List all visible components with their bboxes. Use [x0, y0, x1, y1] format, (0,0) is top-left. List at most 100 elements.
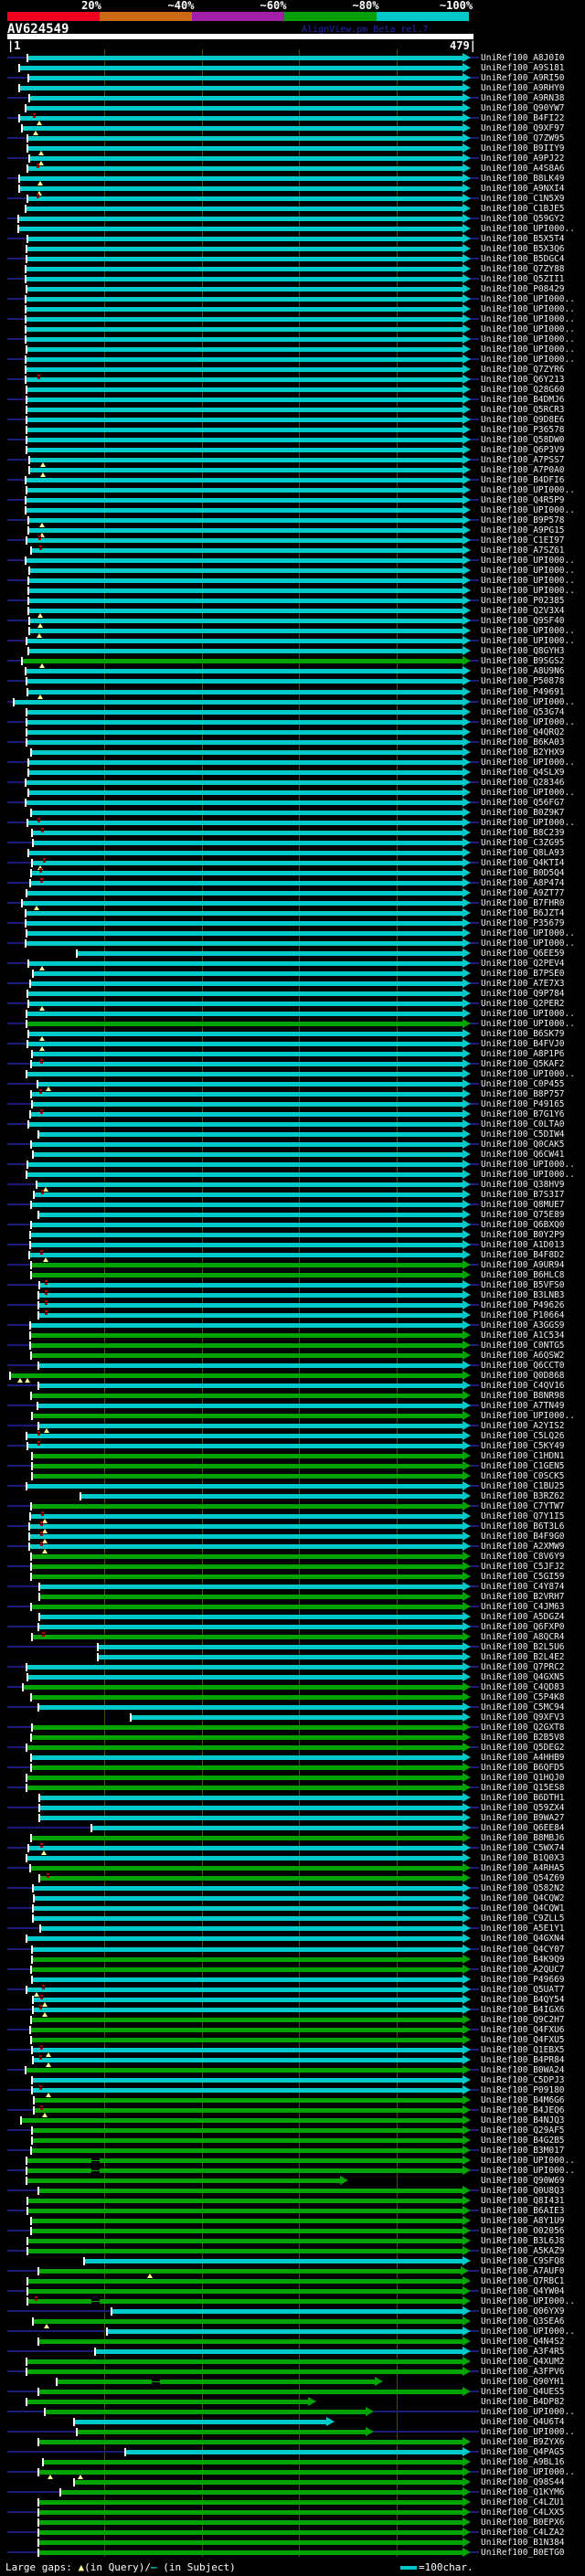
hit-bar[interactable] [27, 1484, 463, 1489]
hit-bar[interactable] [20, 186, 463, 191]
hit-bar[interactable] [31, 981, 463, 986]
hit-bar[interactable] [35, 1896, 463, 1901]
hit-bar[interactable] [40, 1615, 463, 1619]
hit-label[interactable]: UniRef100_A1D013 [481, 1240, 565, 1250]
hit-bar[interactable] [27, 1936, 463, 1941]
hit-label[interactable]: UniRef100_A5DGZ4 [481, 1612, 565, 1622]
hit-bar[interactable] [81, 1494, 463, 1499]
hit-label[interactable]: UniRef100_C1EI97 [481, 535, 565, 546]
hit-bar[interactable] [27, 297, 463, 302]
hit-bar[interactable] [27, 267, 463, 271]
hit-label[interactable]: UniRef100_Q6P3V9 [481, 445, 565, 455]
hit-label[interactable]: UniRef100_Q6CW41 [481, 1150, 565, 1160]
hit-label[interactable]: UniRef100_UPI000.. [481, 224, 575, 234]
hit-bar[interactable] [96, 2349, 463, 2354]
hit-label[interactable]: UniRef100_Q4PAG5 [481, 2447, 565, 2457]
hit-bar[interactable] [23, 659, 463, 663]
hit-bar[interactable] [27, 1022, 463, 1026]
hit-bar[interactable] [27, 780, 463, 785]
hit-bar[interactable] [32, 1574, 463, 1579]
hit-label[interactable]: UniRef100_C4LXX5 [481, 2507, 565, 2518]
hit-bar[interactable] [29, 1032, 463, 1036]
hit-label[interactable]: UniRef100_UPI000.. [481, 1069, 575, 1079]
hit-label[interactable]: UniRef100_P49691 [481, 687, 565, 697]
hit-label[interactable]: UniRef100_A2YIS2 [481, 1421, 565, 1431]
hit-label[interactable]: UniRef100_B3LNB3 [481, 1290, 565, 1300]
hit-bar[interactable] [31, 1866, 463, 1871]
hit-bar[interactable] [38, 1404, 463, 1408]
hit-bar[interactable] [39, 2390, 463, 2394]
hit-bar[interactable] [20, 86, 463, 90]
hit-label[interactable]: UniRef100_A9RI50 [481, 73, 565, 83]
hit-bar[interactable] [39, 1705, 463, 1710]
hit-bar[interactable] [34, 971, 463, 976]
hit-label[interactable]: UniRef100_C4LZA2 [481, 2528, 565, 2538]
hit-label[interactable]: UniRef100_Q56FG7 [481, 798, 565, 808]
hit-bar[interactable] [85, 2259, 463, 2263]
hit-label[interactable]: UniRef100_A1C534 [481, 1330, 565, 1341]
hit-label[interactable]: UniRef100_Q4SLX9 [481, 768, 565, 778]
hit-label[interactable]: UniRef100_C5KY49 [481, 1441, 565, 1451]
hit-bar[interactable] [40, 1806, 463, 1810]
hit-label[interactable]: UniRef100_B6SK79 [481, 1029, 565, 1039]
hit-label[interactable]: UniRef100_Q4UES5 [481, 2387, 565, 2397]
hit-bar[interactable] [33, 1977, 463, 1982]
hit-bar[interactable] [39, 1383, 463, 1388]
hit-label[interactable]: UniRef100_A8P1P6 [481, 1049, 565, 1059]
hit-bar[interactable] [41, 1926, 463, 1931]
hit-label[interactable]: UniRef100_A3GGS9 [481, 1320, 565, 1330]
hit-label[interactable]: UniRef100_Q9XFV3 [481, 1712, 565, 1723]
hit-bar[interactable] [27, 337, 463, 342]
hit-label[interactable]: UniRef100_Q5RCR3 [481, 405, 565, 415]
hit-bar[interactable] [29, 599, 463, 603]
hit-label[interactable]: UniRef100_C4LZU1 [481, 2497, 565, 2507]
hit-label[interactable]: UniRef100_B2L4E2 [481, 1652, 565, 1662]
hit-bar[interactable] [24, 1685, 463, 1690]
hit-label[interactable]: UniRef100_P08429 [481, 284, 565, 294]
hit-label[interactable]: UniRef100_C9SFQ8 [481, 2256, 565, 2266]
hit-label[interactable]: UniRef100_Q5DEG2 [481, 1743, 565, 1753]
hit-label[interactable]: UniRef100_Q9SF40 [481, 616, 565, 626]
hit-bar[interactable] [30, 619, 463, 623]
hit-bar[interactable] [33, 1635, 463, 1639]
hit-label[interactable]: UniRef100_A3F4R5 [481, 2347, 565, 2357]
hit-label[interactable]: UniRef100_A8QCR4 [481, 1632, 565, 1642]
hit-bar[interactable] [29, 851, 463, 855]
hit-bar[interactable] [32, 1755, 463, 1760]
hit-label[interactable]: UniRef100_Q7ZW95 [481, 133, 565, 143]
hit-bar[interactable] [32, 1836, 463, 1840]
hit-label[interactable]: UniRef100_B4FVJ0 [481, 1039, 565, 1049]
hit-label[interactable]: UniRef100_B7S3I7 [481, 1190, 565, 1200]
hit-label[interactable]: UniRef100_C4Y874 [481, 1582, 565, 1592]
hit-bar[interactable] [27, 277, 463, 281]
hit-bar[interactable] [28, 690, 463, 694]
hit-bar[interactable] [27, 669, 463, 673]
hit-label[interactable]: UniRef100_Q59ZX4 [481, 1803, 565, 1813]
hit-label[interactable]: UniRef100_B4FI22 [481, 113, 565, 123]
hit-bar[interactable] [34, 1906, 463, 1911]
hit-label[interactable]: UniRef100_C0SCK5 [481, 1471, 565, 1481]
hit-label[interactable]: UniRef100_UPI000.. [481, 1019, 575, 1029]
hit-bar[interactable] [31, 1333, 463, 1338]
hit-label[interactable]: UniRef100_Q8MUE7 [481, 1200, 565, 1210]
hit-label[interactable]: UniRef100_Q7RBC1 [481, 2276, 565, 2286]
hit-bar[interactable] [75, 2420, 326, 2424]
hit-label[interactable]: UniRef100_Q7ZYR6 [481, 365, 565, 375]
hit-label[interactable]: UniRef100_UPI000.. [481, 566, 575, 576]
hit-bar[interactable] [20, 66, 463, 70]
hit-label[interactable]: UniRef100_Q98S44 [481, 2477, 565, 2487]
hit-label[interactable]: UniRef100_Q2PER2 [481, 999, 565, 1009]
hit-label[interactable]: UniRef100_Q90W69 [481, 2176, 565, 2186]
hit-bar[interactable] [32, 1394, 463, 1398]
hit-label[interactable]: UniRef100_B4DFI6 [481, 475, 565, 485]
hit-bar[interactable] [39, 2500, 463, 2505]
hit-bar[interactable] [32, 1735, 463, 1740]
hit-label[interactable]: UniRef100_Q6Y213 [481, 375, 565, 385]
hit-bar[interactable] [27, 387, 463, 392]
hit-bar[interactable] [28, 821, 463, 825]
hit-label[interactable]: UniRef100_A9RN38 [481, 93, 565, 103]
hit-label[interactable]: UniRef100_A9UR94 [481, 1260, 565, 1270]
hit-bar[interactable] [58, 2380, 375, 2384]
hit-bar[interactable] [32, 2219, 463, 2223]
hit-label[interactable]: UniRef100_Q90YH1 [481, 2377, 565, 2387]
